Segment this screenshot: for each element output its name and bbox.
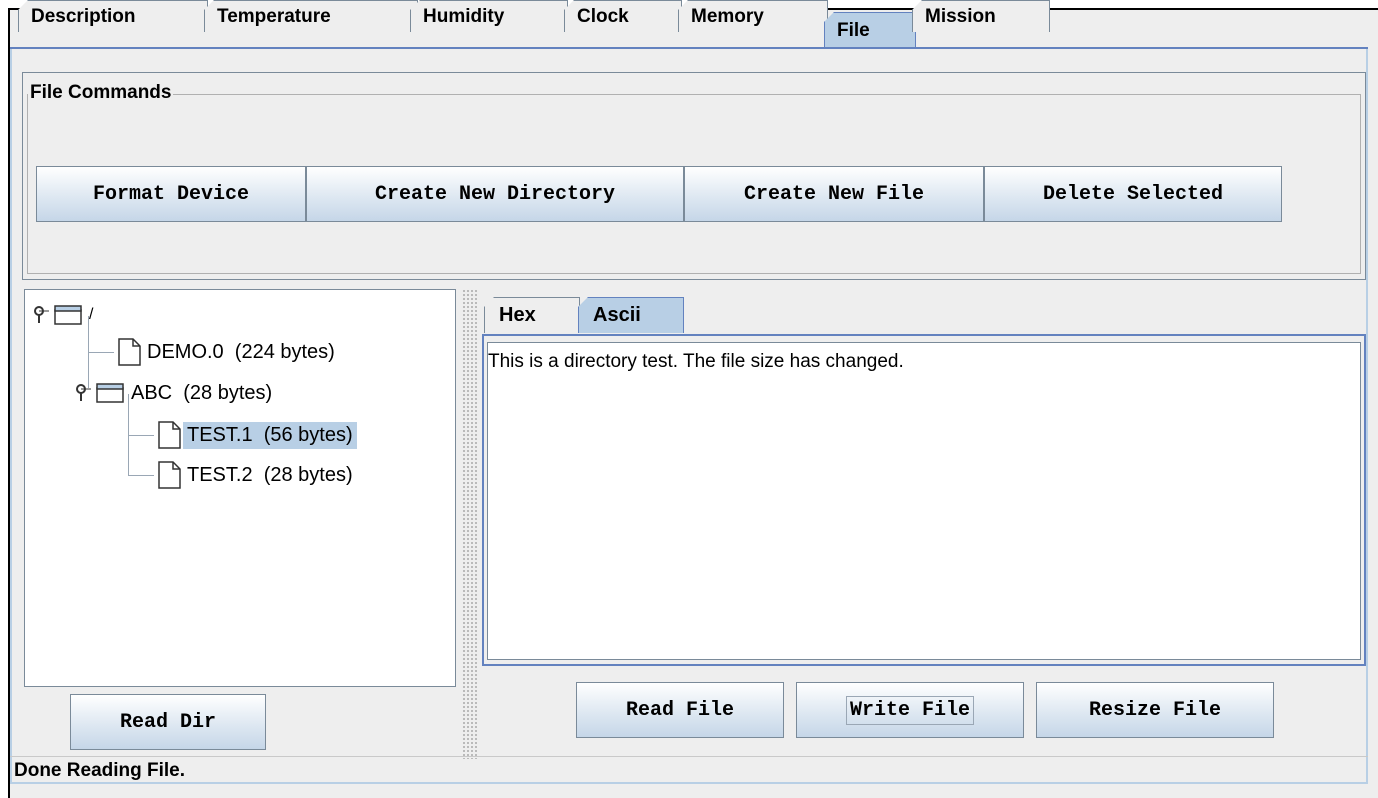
create-new-file-button[interactable]: Create New File <box>684 166 984 222</box>
read-file-button[interactable]: Read File <box>576 682 784 738</box>
tree-node-file[interactable]: TEST.1 (56 bytes) <box>157 418 357 452</box>
tree-node-label: / <box>89 306 94 323</box>
status-bar-text: Done Reading File. <box>14 760 186 781</box>
tab-label: Mission <box>925 5 996 27</box>
tab-humidity[interactable]: Humidity <box>410 0 568 32</box>
tab-label: Humidity <box>423 5 505 27</box>
expanded-handle-icon[interactable] <box>75 383 93 403</box>
tab-label: Clock <box>577 5 629 27</box>
tree-node-label: DEMO.0 (224 bytes) <box>147 340 335 363</box>
tree-node-file[interactable]: DEMO.0 (224 bytes) <box>117 335 339 369</box>
file-icon <box>118 338 141 366</box>
tab-clock[interactable]: Clock <box>564 0 682 32</box>
create-new-directory-button[interactable]: Create New Directory <box>306 166 684 222</box>
folder-icon <box>54 305 82 325</box>
tab-ascii[interactable]: Ascii <box>578 297 684 333</box>
status-divider <box>10 756 1368 757</box>
tab-file[interactable]: File <box>824 12 916 48</box>
tab-description[interactable]: Description <box>18 0 208 32</box>
directory-tree[interactable]: / DEMO.0 (224 bytes) ABC (28 bytes) TEST… <box>24 289 456 687</box>
read-dir-button[interactable]: Read Dir <box>70 694 266 750</box>
tree-node-label: ABC (28 bytes) <box>131 381 273 404</box>
tab-mission[interactable]: Mission <box>912 0 1050 32</box>
file-icon <box>158 461 181 489</box>
tree-line <box>88 352 114 353</box>
file-content-text: This is a directory test. The file size … <box>488 351 904 372</box>
tab-label: Description <box>31 5 136 27</box>
file-icon <box>158 421 181 449</box>
expanded-handle-icon[interactable] <box>33 305 51 325</box>
tab-label: Hex <box>499 304 536 326</box>
tab-temperature[interactable]: Temperature <box>204 0 418 32</box>
file-commands-title: File Commands <box>28 82 174 104</box>
tree-line <box>128 475 154 476</box>
tree-line <box>128 435 154 436</box>
delete-selected-button[interactable]: Delete Selected <box>984 166 1282 222</box>
tree-node-folder[interactable]: ABC (28 bytes) <box>75 376 276 410</box>
tree-node-label-selected: TEST.1 (56 bytes) <box>183 421 357 449</box>
split-pane-divider[interactable] <box>462 289 478 759</box>
tree-node-file[interactable]: TEST.2 (28 bytes) <box>157 458 357 492</box>
tab-label: File <box>837 19 870 41</box>
format-device-button[interactable]: Format Device <box>36 166 306 222</box>
tab-label: Temperature <box>217 5 331 27</box>
tab-hex[interactable]: Hex <box>484 297 580 333</box>
write-file-button[interactable]: Write File <box>796 682 1024 738</box>
tab-label: Memory <box>691 5 764 27</box>
file-content-area[interactable]: This is a directory test. The file size … <box>487 342 1361 660</box>
tree-node-root[interactable]: / <box>33 298 97 332</box>
tab-memory[interactable]: Memory <box>678 0 828 32</box>
tree-node-label: TEST.2 (28 bytes) <box>187 463 353 486</box>
folder-icon <box>96 383 124 403</box>
tab-label: Ascii <box>593 304 641 326</box>
resize-file-button[interactable]: Resize File <box>1036 682 1274 738</box>
write-file-label: Write File <box>845 695 975 725</box>
